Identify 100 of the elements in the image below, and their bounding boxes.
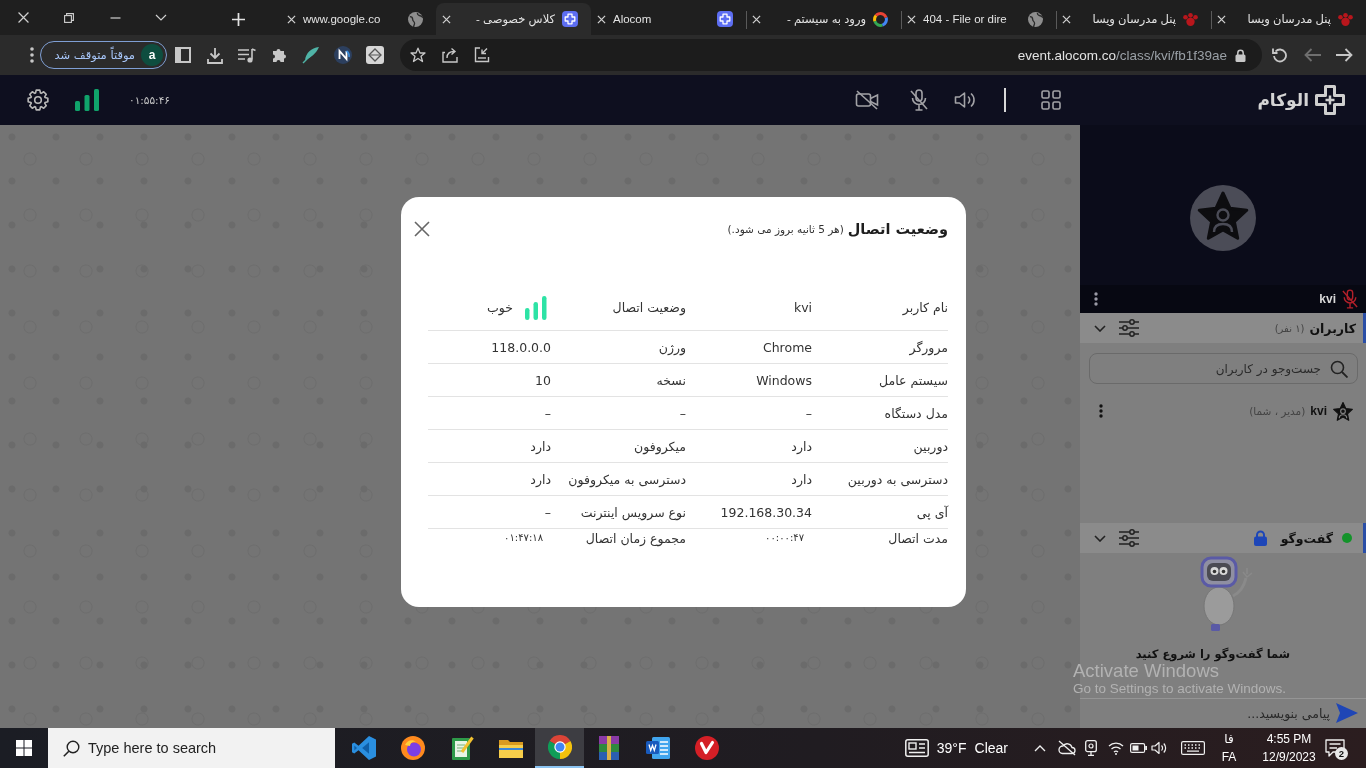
browser-tab[interactable]: www.google.co [281,3,436,35]
star-icon[interactable] [410,47,426,63]
browser-tab[interactable]: 404 - File or dire [901,3,1056,35]
info-label: دسترسی به دوربین [847,471,948,487]
volume-icon[interactable] [1151,741,1167,755]
books-icon [596,736,621,760]
panel-title: کاربران [1309,320,1356,336]
info-value: 118.0.0.0 [491,339,551,355]
star-person-icon [1333,401,1353,421]
back-arrow-icon[interactable] [1303,48,1321,62]
info-value: 10 [535,372,551,388]
chat-bubble-icon[interactable] [1325,739,1345,757]
news-icon[interactable] [904,739,929,757]
puzzle-icon[interactable] [271,47,287,63]
search-field[interactable]: جست‌وجو در کاربران [1089,353,1358,384]
lock-icon [1235,48,1246,62]
grid-icon[interactable] [1041,90,1062,110]
forward-arrow-icon[interactable] [1335,48,1353,62]
info-value: Windows [756,372,812,388]
battery-icon[interactable] [1129,743,1147,753]
info-value: خوب [487,300,513,315]
browser-tab[interactable]: کلاس خصوصی - [436,3,591,35]
kebab-icon[interactable] [1099,404,1103,418]
check-circle-icon [694,736,719,760]
weather-condition: Clear [974,740,1008,756]
side-panel-icon[interactable] [175,47,191,63]
avatar-icon [1190,185,1256,251]
info-label: مجموع زمان اتصال [585,531,686,546]
sliders-icon[interactable] [1119,319,1139,337]
address-bar[interactable]: event.alocom.co/class/kvi/fb1f39ae [400,39,1262,71]
dialog-subtitle: (هر 5 ثانیه بروز می شود.) [727,223,844,235]
document-icon [645,736,670,760]
lock-icon [1253,530,1267,546]
mic-off-icon[interactable] [910,89,929,111]
chat-panel-header[interactable]: گفت‌وگو [1080,523,1366,553]
kebab-icon[interactable] [1094,292,1098,306]
cloud-off-icon[interactable] [1058,740,1076,756]
browser-tab[interactable]: پنل مدرسان ویسا [1056,3,1211,35]
speaker-icon[interactable] [954,90,977,110]
feather-icon[interactable] [302,46,320,64]
info-value: kvi [793,300,812,315]
kebab-icon[interactable] [30,47,34,63]
start-icon[interactable] [16,740,32,756]
close-icon[interactable] [414,221,430,237]
browser-tab[interactable]: پنل مدرسان ویسا [1211,3,1366,35]
minimize-icon[interactable] [109,16,121,19]
info-label: آی پی [916,504,948,520]
keyboard-icon[interactable] [1181,741,1205,755]
search-field[interactable]: Type here to search [48,728,335,768]
share-icon[interactable] [442,47,458,63]
cross-logo-icon [562,11,578,27]
round-logo-icon[interactable] [334,46,352,64]
info-label: – [679,405,686,421]
video-off-icon[interactable] [855,90,880,110]
code-icon [351,736,376,760]
wifi-icon[interactable] [1108,741,1124,755]
info-label: سیستم عامل [879,372,948,388]
info-value: دارد [530,438,551,454]
download-icon[interactable] [207,46,223,64]
info-label: مدت اتصال [888,531,948,546]
webcam-icon[interactable] [1085,740,1097,756]
clock[interactable]: 4:55 PM 12/9/2023 [1256,730,1322,766]
notepad-icon [449,736,474,760]
panel-title: گفت‌وگو [1280,530,1333,546]
info-label: میکروفون [634,438,686,454]
users-panel-header[interactable]: کاربران (۱ نفر) [1080,313,1366,343]
chevron-down-icon[interactable] [1094,534,1106,542]
info-value: – [544,504,551,520]
user-role: (مدیر ، شما) [1249,405,1306,417]
paw-icon [1338,12,1353,26]
browser-tab[interactable]: ورود به سیستم - [746,3,901,35]
info-label: نام کاربر [902,300,948,315]
info-label: دوربین [913,438,948,454]
empty-chat-text: شما گفت‌وگو را شروع کنید [1135,647,1290,661]
reload-icon[interactable] [1272,47,1288,63]
chevron-down-icon[interactable] [1094,324,1106,332]
taskbar-app[interactable] [535,728,584,768]
folder-icon [498,738,523,758]
signal-icon [75,89,99,111]
chevron-up-icon[interactable] [1034,744,1046,752]
info-value: ۰۱:۴۷:۱۸ [504,532,543,543]
info-label: ورژن [658,339,686,355]
info-label: مدل دستگاه [884,405,948,421]
signal-icon [525,295,547,320]
color-ring-icon [873,11,888,27]
temperature: 39°F [936,740,967,756]
diamond-icon[interactable] [366,46,384,64]
info-label: نوع سرویس اینترنت [580,504,686,520]
search-icon [63,739,80,757]
settings-icon[interactable] [26,88,50,112]
restore-icon[interactable] [64,12,74,23]
user-name[interactable]: kvi [1310,404,1327,418]
browser-tab[interactable]: Alocom [591,3,746,35]
sliders-icon[interactable] [1119,529,1139,547]
plus-icon[interactable] [231,12,245,26]
logo-text: الوکام [1257,90,1309,110]
dialog-title: وضعیت اتصال [847,221,948,237]
playlist-icon[interactable] [238,47,256,63]
info-value: 192.168.30.34 [720,504,812,520]
install-icon[interactable] [474,47,490,63]
